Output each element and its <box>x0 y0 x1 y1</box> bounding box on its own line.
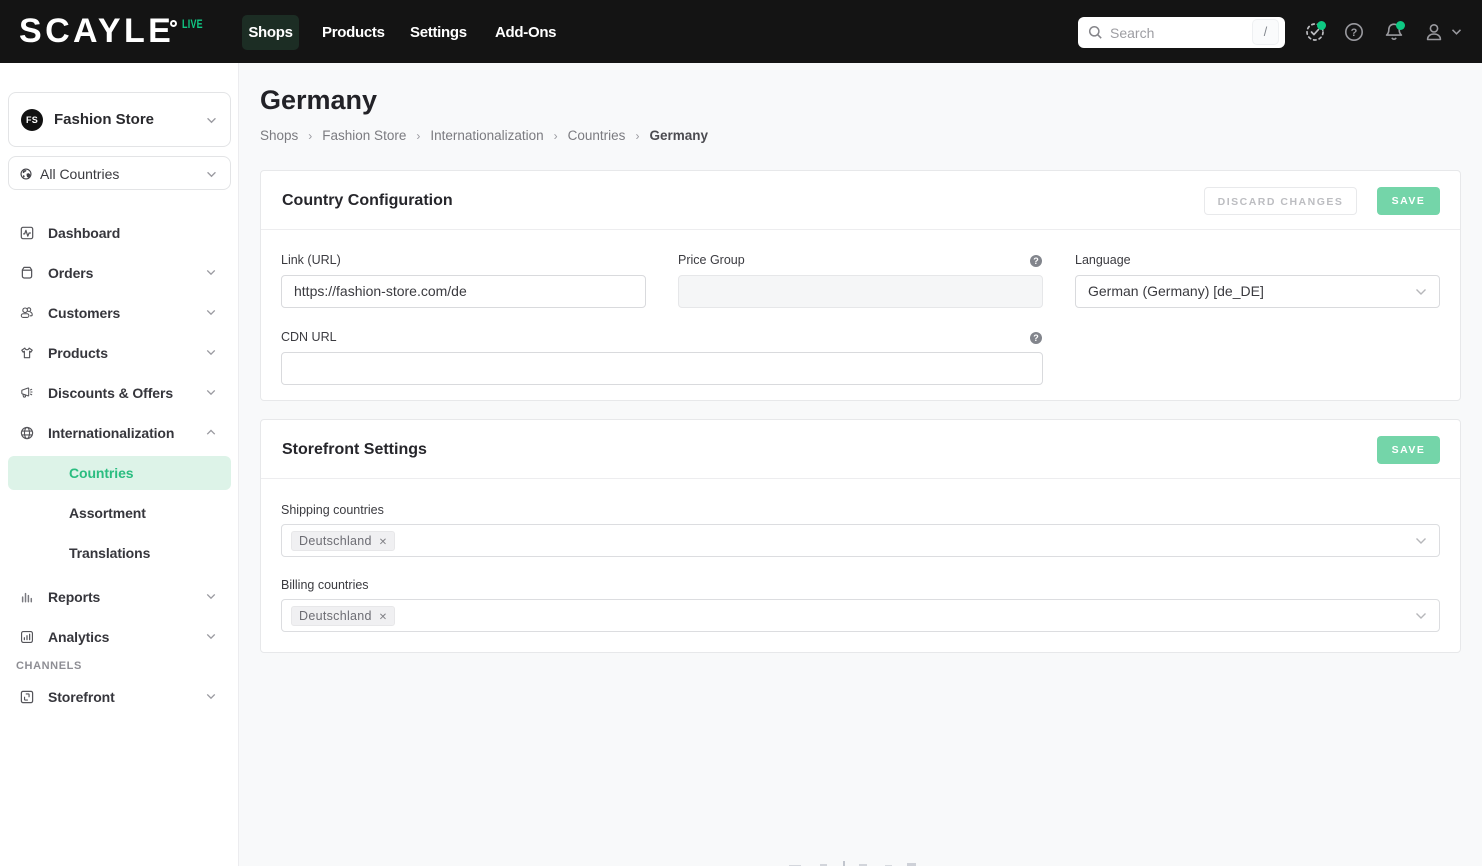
svg-text:?: ? <box>1351 27 1358 39</box>
